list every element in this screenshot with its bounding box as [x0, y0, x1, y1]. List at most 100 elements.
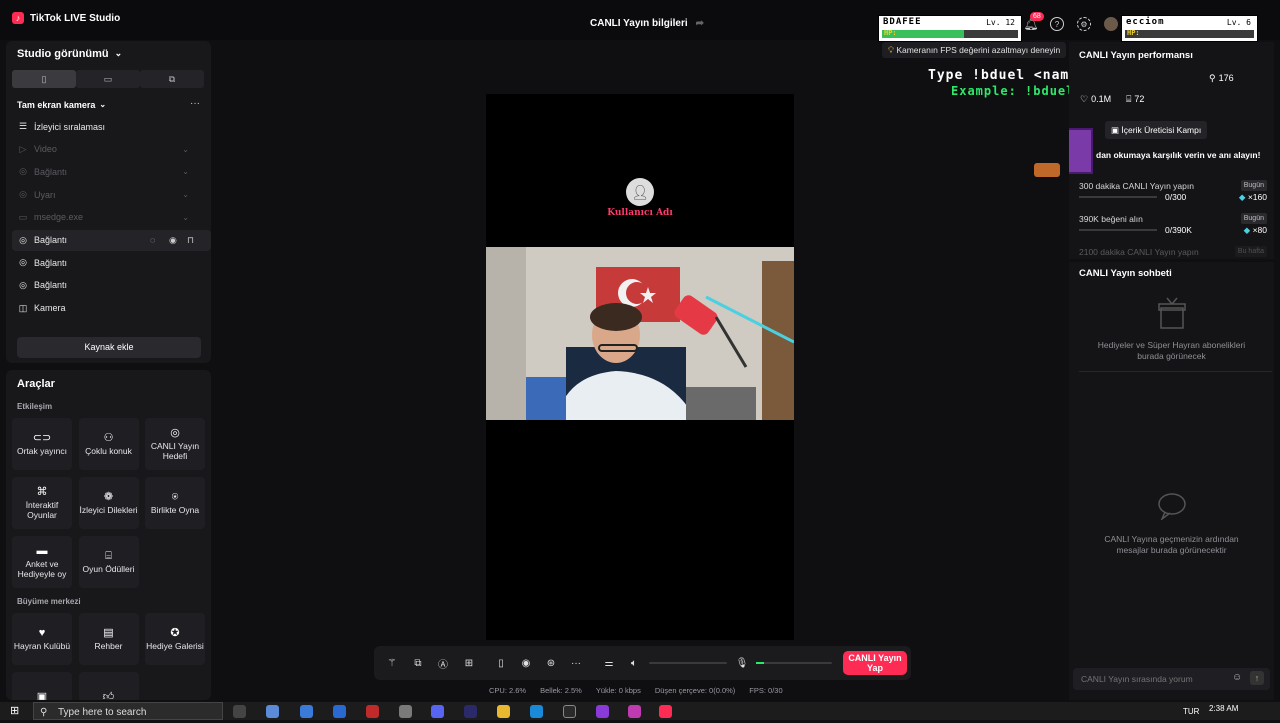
edge-icon[interactable]: [333, 705, 346, 718]
record-icon[interactable]: ◉: [519, 656, 533, 670]
tool-button[interactable]: ⌘ İnteraktif Oyunlar: [12, 477, 72, 529]
tool-button[interactable]: 👍︎: [78, 672, 139, 700]
chevron-down-icon[interactable]: ⌄: [182, 213, 189, 222]
more-icon[interactable]: ···: [569, 656, 583, 670]
target-icon[interactable]: ◌: [150, 235, 155, 245]
portrait-view-button[interactable]: ▯: [12, 70, 76, 88]
source-item[interactable]: ◎ Bağlantı: [12, 275, 211, 296]
source-item[interactable]: ◎ Bağlantı ◌ ◉ ⊓: [12, 229, 211, 251]
live-goal-icon: ◎: [170, 426, 180, 439]
opera-icon[interactable]: [366, 705, 379, 718]
audio-mixer-icon[interactable]: ⚌: [602, 656, 616, 670]
instagram-icon[interactable]: [628, 705, 641, 718]
tool-button[interactable]: ▬ Anket ve Hediyeyle oy: [12, 536, 72, 588]
phone-icon[interactable]: ▯: [494, 656, 508, 670]
tool-button[interactable]: ✪ Hediye Galerisi: [145, 613, 205, 665]
app-icon[interactable]: [596, 705, 609, 718]
source-label: Bağlantı: [34, 280, 68, 291]
clock[interactable]: 2:38 AM: [1209, 704, 1238, 713]
language-indicator[interactable]: TUR: [1183, 707, 1199, 716]
tool-button[interactable]: ⊂⊃ Ortak yayıncı: [12, 418, 72, 470]
tiktok-taskbar-icon[interactable]: [659, 705, 672, 718]
camera-feed: [486, 247, 794, 420]
tool-label: İzleyici Dilekleri: [79, 504, 138, 515]
quest-progress-bar: [1079, 229, 1157, 231]
edge-browser-icon[interactable]: [530, 705, 543, 718]
emoji-icon[interactable]: ☺: [1232, 672, 1242, 683]
windows-start-icon[interactable]: ⊞: [10, 705, 22, 717]
speaker-volume-slider[interactable]: [649, 662, 727, 664]
scene-title: Tam ekran kamera: [17, 100, 96, 110]
game-icon[interactable]: [399, 705, 412, 718]
gift-box-icon: [1157, 296, 1187, 330]
source-item[interactable]: ▭ msedge.exe ⌄: [12, 207, 211, 228]
studio-view-dropdown[interactable]: Studio görünümü ⌄: [17, 48, 122, 60]
add-source-button[interactable]: Kaynak ekle: [17, 337, 201, 358]
add-scene-icon[interactable]: ⊞: [462, 656, 476, 670]
source-item[interactable]: ◫ Kamera: [12, 298, 211, 319]
quest-title: 390K beğeni alın: [1079, 214, 1143, 224]
lock-icon[interactable]: ⊓: [187, 235, 194, 246]
mic-volume-slider[interactable]: [756, 662, 832, 664]
quest-item: 300 dakika CANLI Yayın yapın Bugün 0/300 ◆ …: [1079, 180, 1267, 202]
share-icon[interactable]: ➦: [696, 18, 704, 29]
chat-input-container[interactable]: ☺ ↑: [1073, 668, 1270, 690]
scene-dropdown[interactable]: Tam ekran kamera ⌄: [17, 100, 106, 110]
chevron-down-icon[interactable]: ⌄: [182, 190, 189, 199]
tool-button[interactable]: ⚇ Çoklu konuk: [78, 418, 139, 470]
tool-button[interactable]: ◎ CANLI Yayın Hedefi: [145, 418, 205, 470]
help-icon[interactable]: ?: [1050, 17, 1064, 31]
landscape-view-button[interactable]: ▭: [76, 70, 140, 88]
source-label: Kamera: [34, 303, 66, 314]
send-arrow-icon[interactable]: ↑: [1250, 671, 1264, 685]
tool-button[interactable]: ⍟ Birlikte Oyna: [145, 477, 205, 529]
globe-icon: ◎: [19, 189, 27, 200]
gift-icon: ❁: [103, 490, 114, 503]
fps-stat: FPS: 0/30: [749, 686, 783, 695]
preview-canvas[interactable]: 👤︎ Kullanıcı Adı: [486, 94, 794, 640]
dual-view-icon: ⧉: [168, 73, 176, 84]
store-icon[interactable]: [300, 705, 313, 718]
obs-icon[interactable]: [563, 705, 576, 718]
tool-button[interactable]: ⌸ Oyun Ödülleri: [78, 536, 139, 588]
campus-text: dan okumaya karşılık verin ve anı alayın…: [1096, 150, 1261, 160]
chevron-down-icon[interactable]: ⌄: [182, 167, 189, 176]
chat-input[interactable]: [1081, 672, 1221, 686]
task-view-icon[interactable]: [233, 705, 246, 718]
copilot-icon[interactable]: [266, 705, 279, 718]
taskbar-search-field[interactable]: ⚲ Type here to search: [33, 702, 223, 720]
avatar[interactable]: [1104, 17, 1118, 31]
dual-view-button[interactable]: ⧉: [140, 70, 204, 88]
speaker-icon[interactable]: 🔈︎: [627, 656, 641, 670]
source-item[interactable]: ☰ İzleyici sıralaması: [12, 116, 211, 137]
chevron-down-icon[interactable]: ⌄: [182, 145, 189, 154]
tool-button[interactable]: ▣: [12, 672, 72, 700]
eye-icon[interactable]: ◉: [169, 235, 177, 246]
source-item[interactable]: ▷ Video ⌄: [12, 139, 211, 160]
effects-icon[interactable]: ⧉: [411, 656, 425, 670]
stream-info-button[interactable]: CANLI Yayın bilgileri ➦: [590, 18, 704, 29]
messages-empty-text: CANLI Yayına geçmenizin ardından mesajla…: [1104, 534, 1239, 555]
settings-gear-icon[interactable]: ⚙: [1077, 17, 1091, 31]
screenshot-icon[interactable]: ⊛: [544, 656, 558, 670]
file-explorer-icon[interactable]: [497, 705, 510, 718]
go-live-button[interactable]: CANLI Yayın Yap: [843, 651, 907, 675]
source-item[interactable]: ◎ Uyarı ⌄: [12, 184, 211, 205]
source-item[interactable]: ◎ Bağlantı ⌄: [12, 161, 211, 182]
discord-icon[interactable]: [431, 705, 444, 718]
source-item[interactable]: ◎ Bağlantı: [12, 252, 211, 273]
creator-campus-button[interactable]: ▣ İçerik Üreticisi Kampı: [1105, 121, 1208, 139]
ai-icon[interactable]: Ⓐ: [436, 656, 450, 671]
twitch-icon[interactable]: [464, 705, 477, 718]
more-options-icon[interactable]: ···: [190, 98, 200, 109]
gallery-icon: ✪: [170, 626, 180, 639]
microphone-icon[interactable]: 🎙︎: [735, 656, 749, 670]
player1-level: Lv. 12: [986, 18, 1015, 27]
magic-wand-icon[interactable]: ⚚: [385, 656, 399, 670]
quest-progress: 0/300: [1165, 192, 1187, 202]
tool-button[interactable]: ♥ Hayran Kulübü: [12, 613, 72, 665]
tool-button[interactable]: ❁ İzleyici Dilekleri: [78, 477, 139, 529]
tool-button[interactable]: ▤ Rehber: [78, 613, 139, 665]
tool-label: Anket ve Hediyeyle oy: [17, 558, 67, 579]
tool-label: CANLI Yayın Hedefi: [150, 440, 200, 461]
